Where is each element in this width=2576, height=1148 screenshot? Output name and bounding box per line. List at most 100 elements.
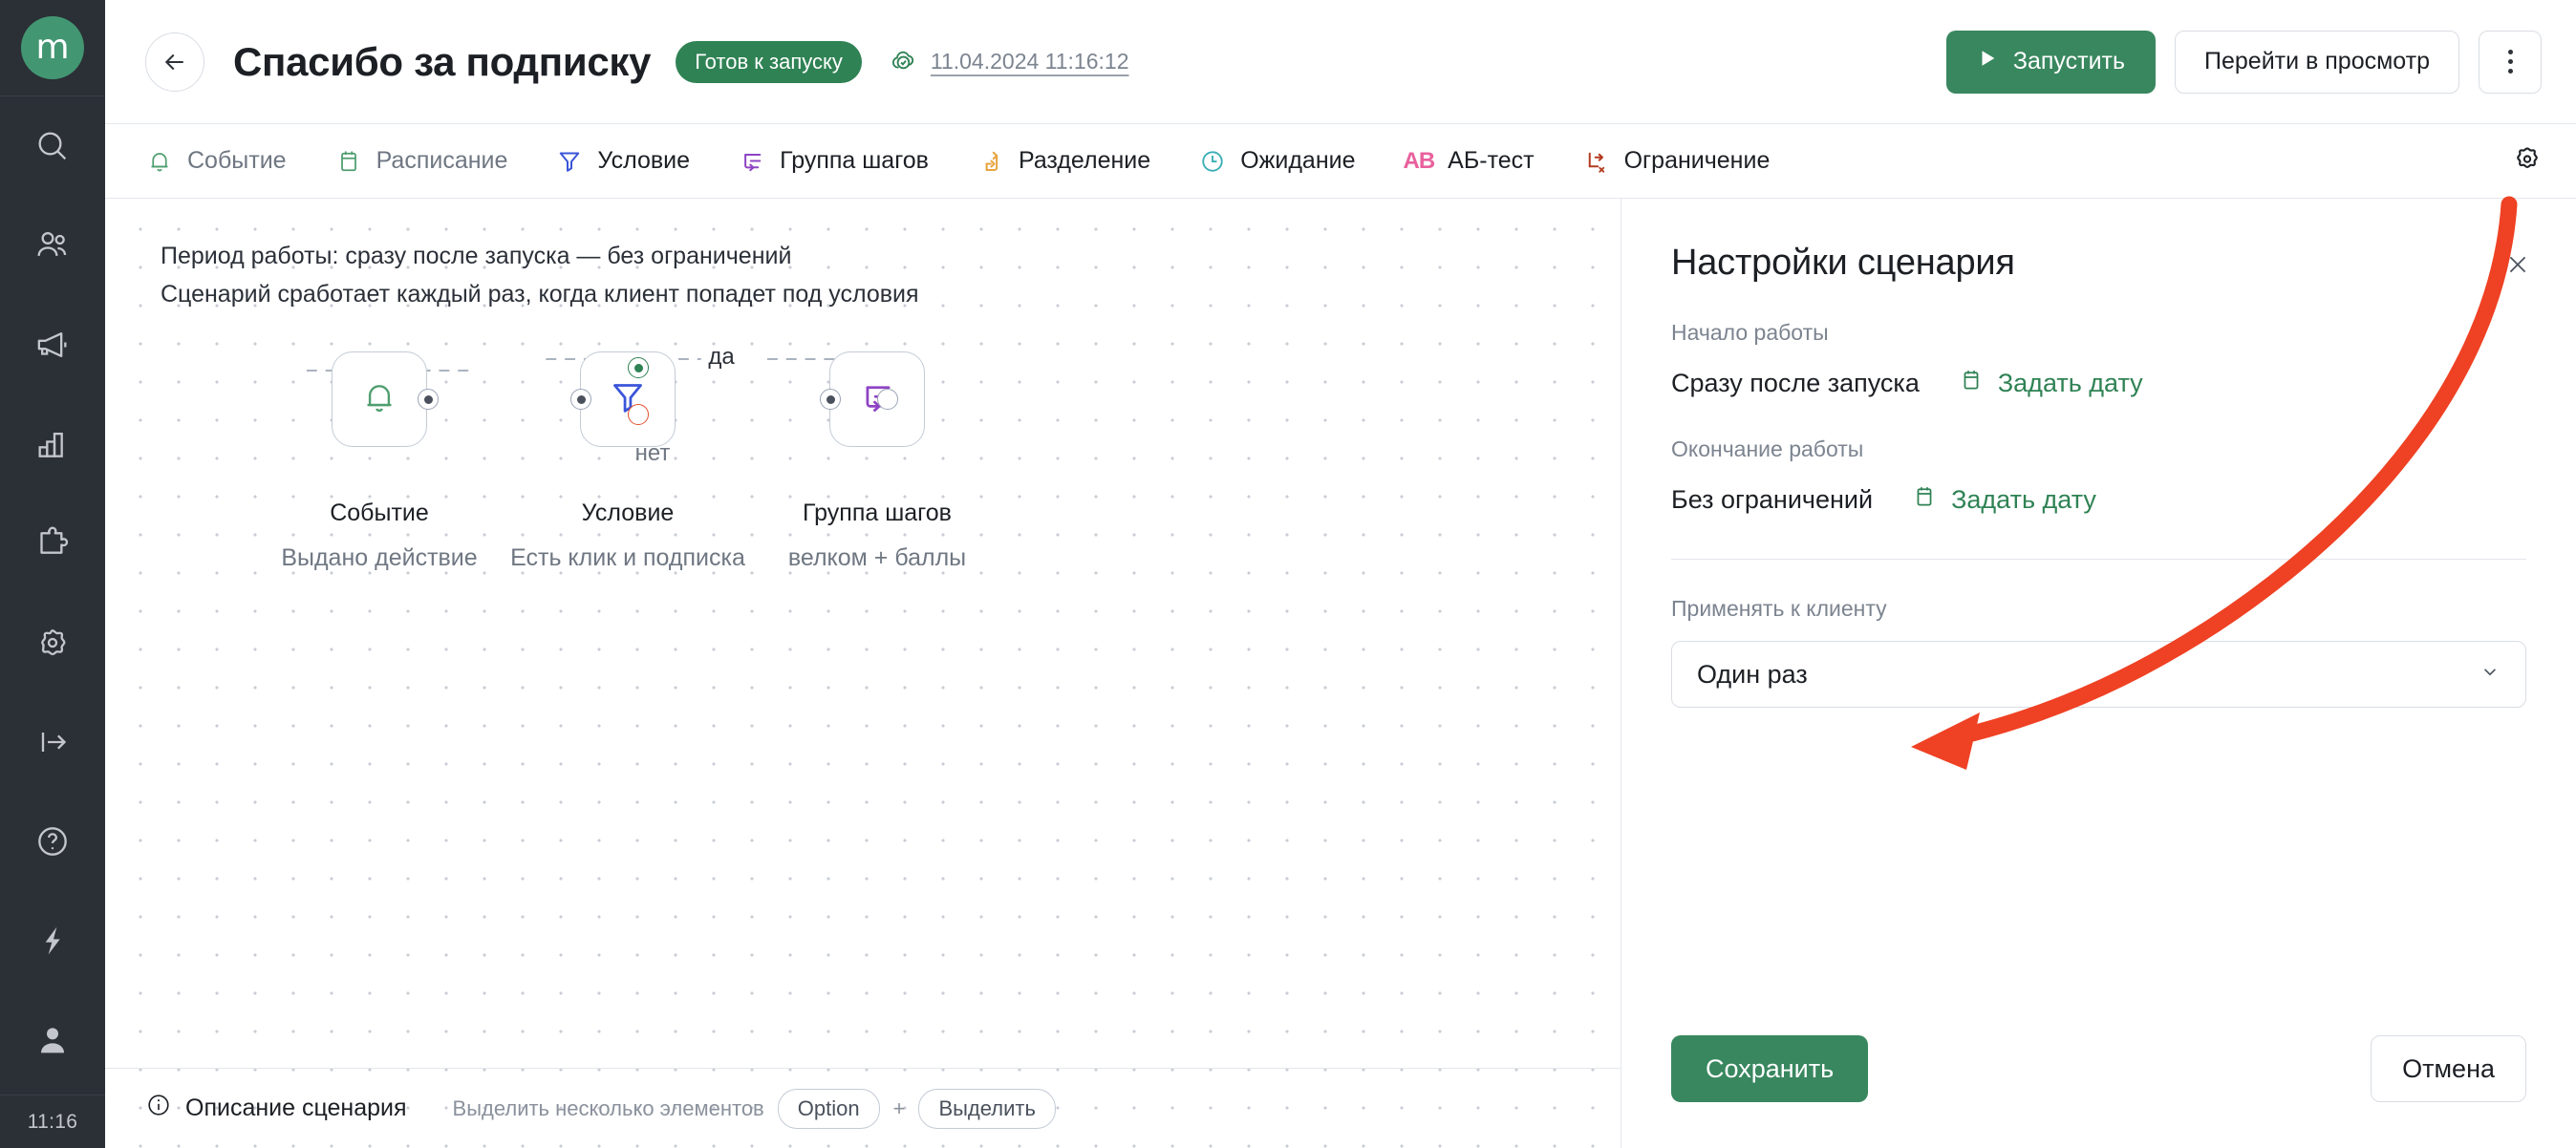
kebab-icon xyxy=(2507,50,2513,74)
filter-icon xyxy=(555,147,584,176)
edge-label-no: нет xyxy=(634,440,671,466)
bell-icon xyxy=(358,376,400,423)
rail-item-help[interactable] xyxy=(0,792,105,891)
port-condition-no[interactable] xyxy=(628,404,649,425)
scenario-description-button[interactable]: Описание сценария xyxy=(145,1092,407,1125)
rail-item-clients[interactable] xyxy=(0,196,105,295)
palette-item-condition[interactable]: Условие xyxy=(555,147,690,176)
set-start-date-link[interactable]: Задать дату xyxy=(1958,367,2143,400)
page-title: Спасибо за подписку xyxy=(233,38,652,84)
start-field-label: Начало работы xyxy=(1671,320,1829,345)
rail-item-logout[interactable] xyxy=(0,692,105,792)
node-label-condition: Условие Есть клик и подписка xyxy=(510,500,745,572)
rail-item-integrations[interactable] xyxy=(0,494,105,593)
palette-item-label: Ограничение xyxy=(1623,147,1771,174)
rail-item-profile[interactable] xyxy=(0,990,105,1090)
rail-item-automation[interactable] xyxy=(0,891,105,990)
gear-icon xyxy=(2511,142,2544,180)
bell-icon xyxy=(145,147,174,176)
palette-item-label: Условие xyxy=(597,147,691,174)
palette-item-ab-test[interactable]: AB АБ-тест xyxy=(1404,147,1535,175)
set-end-date-link[interactable]: Задать дату xyxy=(1911,483,2096,517)
search-icon xyxy=(33,127,72,165)
user-avatar-icon xyxy=(33,1021,72,1059)
edge-label-yes: да xyxy=(708,344,735,370)
set-end-date-label: Задать дату xyxy=(1951,485,2096,514)
close-icon xyxy=(2505,252,2530,282)
more-menu-button[interactable] xyxy=(2479,30,2542,94)
save-button[interactable]: Сохранить xyxy=(1671,1035,1869,1102)
palette-item-label: Событие xyxy=(187,147,287,174)
scenario-settings-button[interactable] xyxy=(2511,142,2544,180)
rail-item-search[interactable] xyxy=(0,96,105,196)
help-icon xyxy=(33,822,72,861)
preview-button-label: Перейти в просмотр xyxy=(2204,48,2430,74)
bar-chart-icon xyxy=(33,425,72,463)
node-subtitle: Есть клик и подписка xyxy=(510,544,745,571)
end-field-label: Окончание работы xyxy=(1671,436,1864,461)
rail-icon-list xyxy=(0,96,105,1090)
palette-item-label: Группа шагов xyxy=(780,147,929,174)
rail-item-settings[interactable] xyxy=(0,593,105,692)
saved-timestamp[interactable]: 11.04.2024 11:16:12 xyxy=(931,49,1129,74)
palette-item-split[interactable]: Разделение xyxy=(977,147,1150,176)
scenario-canvas[interactable]: Период работы: сразу после запуска — без… xyxy=(105,199,1621,1148)
main-area: Спасибо за подписку Готов к запуску 11.0… xyxy=(105,0,2576,1148)
apply-field-label: Применять к клиенту xyxy=(1671,596,1887,621)
palette-item-label: Разделение xyxy=(1018,147,1151,174)
port-condition-yes[interactable] xyxy=(628,357,649,378)
preview-button[interactable]: Перейти в просмотр xyxy=(2175,30,2459,94)
port-condition-in[interactable] xyxy=(570,389,591,410)
apply-to-client-value: Один раз xyxy=(1697,659,1808,689)
rail-item-campaigns[interactable] xyxy=(0,295,105,394)
palette-item-label: Расписание xyxy=(376,147,508,174)
set-start-date-label: Задать дату xyxy=(1997,369,2143,397)
last-saved: 11.04.2024 11:16:12 xyxy=(889,44,1129,80)
start-field-value: Сразу после запуска xyxy=(1671,369,1920,397)
node-label-steps-group: Группа шагов велком + баллы xyxy=(788,500,966,572)
limit-icon xyxy=(1582,147,1611,176)
panel-close-button[interactable] xyxy=(2501,250,2534,283)
palette-item-event[interactable]: Событие xyxy=(145,147,287,176)
palette-item-schedule[interactable]: Расписание xyxy=(334,147,508,176)
puzzle-icon xyxy=(33,524,72,563)
key-select: Выделить xyxy=(918,1088,1056,1129)
logout-icon xyxy=(33,723,72,761)
rail-item-analytics[interactable] xyxy=(0,394,105,494)
node-label-event: Событие Выдано действие xyxy=(281,500,477,572)
cancel-button[interactable]: Отмена xyxy=(2371,1035,2526,1102)
app-logo[interactable]: m xyxy=(21,16,84,79)
node-event[interactable] xyxy=(332,351,427,447)
play-icon xyxy=(1977,48,1998,75)
node-title: Группа шагов xyxy=(803,500,952,526)
clock-icon xyxy=(1198,147,1227,176)
palette-item-label: АБ-тест xyxy=(1448,147,1535,174)
chevron-down-icon xyxy=(2478,659,2502,691)
back-button[interactable] xyxy=(145,32,204,92)
arrow-left-icon xyxy=(164,53,183,70)
port-event-out[interactable] xyxy=(418,389,439,410)
palette-item-limit[interactable]: Ограничение xyxy=(1582,147,1771,176)
node-subtitle: велком + баллы xyxy=(787,544,967,571)
cloud-check-icon xyxy=(889,44,919,80)
palette-item-wait[interactable]: Ожидание xyxy=(1198,147,1356,176)
clock-label: 11:16 xyxy=(27,1110,78,1133)
palette-item-steps-group[interactable]: Группа шагов xyxy=(738,147,929,176)
lightning-icon xyxy=(33,922,72,960)
info-icon xyxy=(145,1092,172,1125)
panel-title: Настройки сценария xyxy=(1671,243,2015,283)
step-palette-toolbar: Событие Расписание Условие Группа шагов xyxy=(105,124,2576,199)
palette-item-label: Ожидание xyxy=(1240,147,1356,174)
run-button[interactable]: Запустить xyxy=(1945,30,2157,94)
start-field-row: Сразу после запуска Задать дату xyxy=(1671,367,2526,400)
port-steps-group-out[interactable] xyxy=(877,389,898,410)
page-header: Спасибо за подписку Готов к запуску 11.0… xyxy=(105,0,2576,124)
canvas-footer: Описание сценария Выделить несколько эле… xyxy=(105,1068,1621,1148)
port-steps-group-in[interactable] xyxy=(820,389,841,410)
node-title: Событие xyxy=(330,500,429,526)
end-field-row: Без ограничений Задать дату xyxy=(1671,483,2526,517)
panel-footer: Сохранить Отмена xyxy=(1671,1035,2526,1148)
rail-footer: 11:16 xyxy=(0,1095,105,1148)
apply-to-client-select[interactable]: Один раз xyxy=(1671,641,2526,708)
left-nav-rail: m 11:16 xyxy=(0,0,105,1148)
